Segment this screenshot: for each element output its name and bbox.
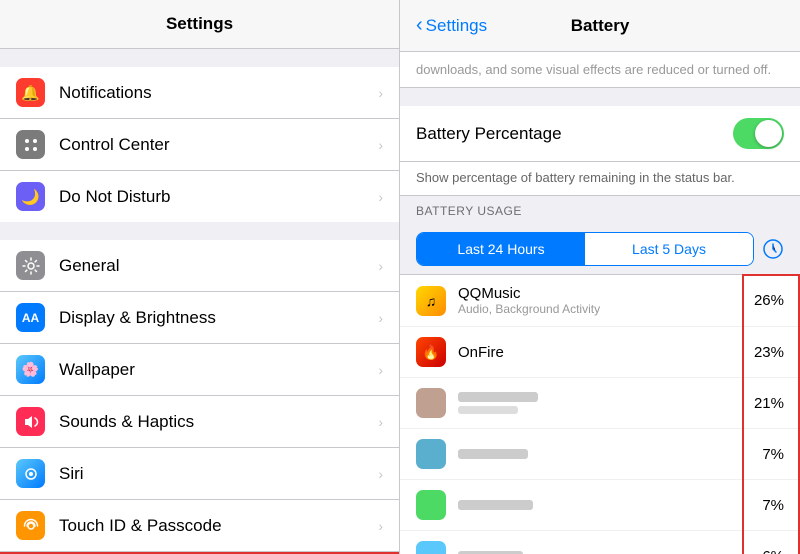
chevron-icon: › bbox=[378, 85, 383, 101]
toggle-knob bbox=[755, 120, 782, 147]
notifications-label: Notifications bbox=[59, 83, 378, 103]
sounds-label: Sounds & Haptics bbox=[59, 412, 378, 432]
notifications-icon: 🔔 bbox=[16, 78, 45, 107]
battery-percentage-toggle[interactable] bbox=[733, 118, 784, 149]
general-label: General bbox=[59, 256, 378, 276]
sidebar-item-touch-id[interactable]: Touch ID & Passcode › bbox=[0, 500, 399, 552]
time-tabs: Last 24 Hours Last 5 Days bbox=[416, 232, 754, 266]
onfire-percent: 23% bbox=[744, 344, 784, 361]
qqmusic-sub: Audio, Background Activity bbox=[458, 302, 744, 316]
list-item: 6% bbox=[400, 531, 800, 554]
onfire-name: OnFire bbox=[458, 344, 744, 361]
general-icon bbox=[16, 251, 45, 280]
tab-last-5-days[interactable]: Last 5 Days bbox=[585, 233, 753, 265]
left-title: Settings bbox=[166, 14, 233, 33]
right-header: ‹ Settings Battery bbox=[400, 0, 800, 52]
app3-percent: 21% bbox=[744, 395, 784, 412]
list-item: 🔥 OnFire 23% bbox=[400, 327, 800, 378]
sidebar-item-wallpaper[interactable]: 🌸 Wallpaper › bbox=[0, 344, 399, 396]
usage-list-container: ♫ QQMusic Audio, Background Activity 26%… bbox=[400, 274, 800, 554]
blurred-app-icon bbox=[416, 439, 446, 469]
blurred-app-info bbox=[458, 392, 744, 414]
back-button[interactable]: ‹ Settings bbox=[416, 14, 487, 37]
chevron-icon: › bbox=[378, 137, 383, 153]
blurred-app-icon bbox=[416, 490, 446, 520]
chevron-icon: › bbox=[378, 310, 383, 326]
blurred-name bbox=[458, 449, 528, 459]
control-center-label: Control Center bbox=[59, 135, 378, 155]
onfire-info: OnFire bbox=[458, 344, 744, 361]
back-chevron-icon: ‹ bbox=[416, 14, 423, 37]
chevron-icon: › bbox=[378, 258, 383, 274]
sidebar-item-do-not-disturb[interactable]: 🌙 Do Not Disturb › bbox=[0, 171, 399, 222]
blurred-name bbox=[458, 500, 533, 510]
touch-id-label: Touch ID & Passcode bbox=[59, 516, 378, 536]
battery-detail-panel: ‹ Settings Battery downloads, and some v… bbox=[400, 0, 800, 554]
usage-list: ♫ QQMusic Audio, Background Activity 26%… bbox=[400, 274, 800, 554]
blurred-app-info bbox=[458, 449, 744, 459]
chevron-icon: › bbox=[378, 466, 383, 482]
chevron-icon: › bbox=[378, 414, 383, 430]
onfire-icon: 🔥 bbox=[416, 337, 446, 367]
settings-group-1: 🔔 Notifications › Control Center › bbox=[0, 67, 399, 222]
chevron-icon: › bbox=[378, 518, 383, 534]
qqmusic-percent: 26% bbox=[744, 292, 784, 309]
touch-id-icon bbox=[16, 511, 45, 540]
display-label: Display & Brightness bbox=[59, 308, 378, 328]
wallpaper-icon: 🌸 bbox=[16, 355, 45, 384]
sidebar-item-sounds[interactable]: Sounds & Haptics › bbox=[0, 396, 399, 448]
chevron-icon: › bbox=[378, 189, 383, 205]
sidebar-item-display-brightness[interactable]: AA Display & Brightness › bbox=[0, 292, 399, 344]
tab-last-24-hours[interactable]: Last 24 Hours bbox=[417, 233, 585, 265]
qqmusic-info: QQMusic Audio, Background Activity bbox=[458, 285, 744, 316]
battery-percentage-row: Battery Percentage bbox=[400, 106, 800, 162]
blurred-app-info bbox=[458, 500, 744, 510]
tabs-row: Last 24 Hours Last 5 Days bbox=[416, 232, 784, 266]
list-item: 7% bbox=[400, 480, 800, 531]
siri-label: Siri bbox=[59, 464, 378, 484]
blurred-sub bbox=[458, 406, 518, 414]
app6-percent: 6% bbox=[744, 548, 784, 554]
siri-icon bbox=[16, 459, 45, 488]
blurred-app-icon bbox=[416, 388, 446, 418]
do-not-disturb-icon: 🌙 bbox=[16, 182, 45, 211]
blurred-name bbox=[458, 392, 538, 402]
control-center-icon bbox=[16, 130, 45, 159]
list-item: 7% bbox=[400, 429, 800, 480]
sidebar-item-control-center[interactable]: Control Center › bbox=[0, 119, 399, 171]
clock-button[interactable] bbox=[762, 238, 784, 260]
battery-percentage-note: Show percentage of battery remaining in … bbox=[400, 162, 800, 196]
top-note: downloads, and some visual effects are r… bbox=[400, 52, 800, 88]
list-item: ♫ QQMusic Audio, Background Activity 26% bbox=[400, 275, 800, 327]
battery-usage-header: BATTERY USAGE bbox=[400, 196, 800, 224]
sidebar-item-siri[interactable]: Siri › bbox=[0, 448, 399, 500]
sidebar-item-general[interactable]: General › bbox=[0, 240, 399, 292]
chevron-icon: › bbox=[378, 362, 383, 378]
sounds-icon bbox=[16, 407, 45, 436]
battery-percentage-label: Battery Percentage bbox=[416, 124, 733, 144]
app4-percent: 7% bbox=[744, 446, 784, 463]
settings-list: 🔔 Notifications › Control Center › bbox=[0, 49, 399, 554]
list-item: 21% bbox=[400, 378, 800, 429]
settings-group-2: General › AA Display & Brightness › 🌸 Wa… bbox=[0, 240, 399, 554]
settings-left-panel: Settings 🔔 Notifications › bbox=[0, 0, 400, 554]
qqmusic-name: QQMusic bbox=[458, 285, 744, 302]
wallpaper-label: Wallpaper bbox=[59, 360, 378, 380]
qqmusic-icon: ♫ bbox=[416, 286, 446, 316]
right-title: Battery bbox=[571, 16, 630, 36]
right-content: downloads, and some visual effects are r… bbox=[400, 52, 800, 554]
app5-percent: 7% bbox=[744, 497, 784, 514]
blurred-app-icon bbox=[416, 541, 446, 554]
back-label: Settings bbox=[426, 16, 487, 36]
sidebar-item-notifications[interactable]: 🔔 Notifications › bbox=[0, 67, 399, 119]
do-not-disturb-label: Do Not Disturb bbox=[59, 187, 378, 207]
left-header: Settings bbox=[0, 0, 399, 49]
display-icon: AA bbox=[16, 303, 45, 332]
